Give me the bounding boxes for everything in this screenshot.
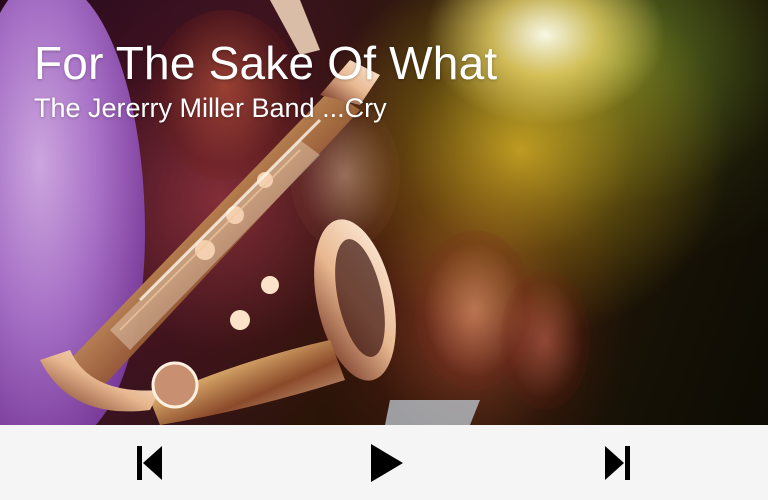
music-player: For The Sake Of What The Jererry Miller … <box>0 0 768 500</box>
playback-controls <box>0 425 768 500</box>
album-artwork: For The Sake Of What The Jererry Miller … <box>0 0 768 425</box>
artist-name: The Jererry Miller Band ...Cry <box>34 93 387 123</box>
next-track-button[interactable] <box>596 441 640 485</box>
song-title: For The Sake Of What <box>34 37 498 89</box>
skip-previous-icon <box>137 446 162 480</box>
play-button[interactable] <box>365 441 409 485</box>
track-info: For The Sake Of What The Jererry Miller … <box>34 38 734 124</box>
previous-track-button[interactable] <box>128 441 172 485</box>
play-icon <box>371 444 403 482</box>
skip-next-icon <box>605 446 630 480</box>
